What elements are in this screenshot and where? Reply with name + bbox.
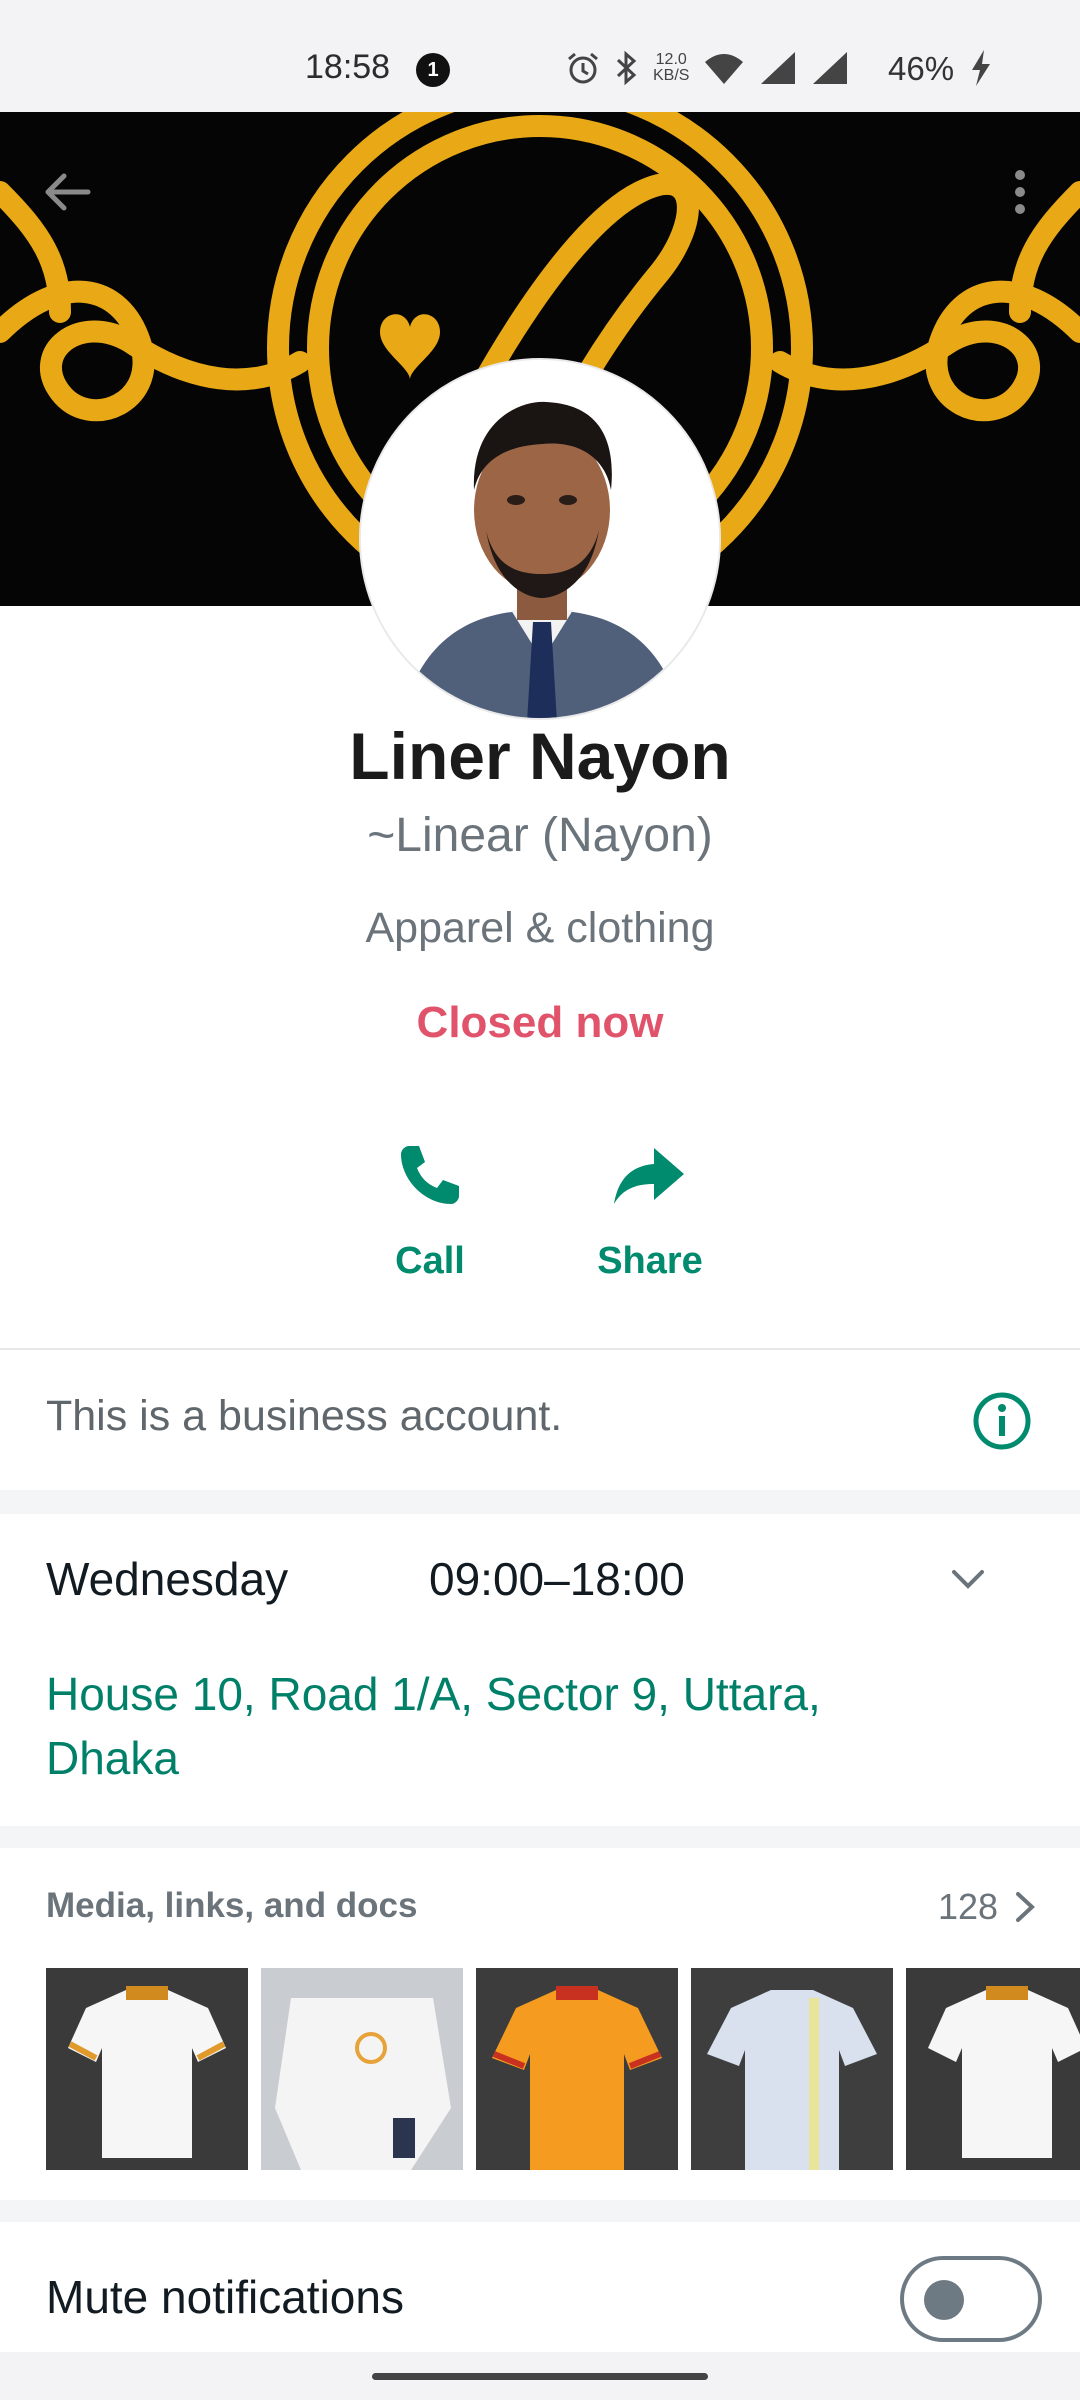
call-button[interactable]: Call — [330, 1140, 530, 1283]
business-account-text: This is a business account. — [46, 1392, 563, 1440]
bluetooth-icon — [616, 50, 637, 86]
section-gap — [0, 1490, 1080, 1514]
media-section-title[interactable]: Media, links, and docs — [46, 1886, 417, 1926]
chevron-right-icon[interactable] — [1012, 1890, 1038, 1924]
alarm-icon — [568, 52, 598, 84]
share-label: Share — [597, 1240, 703, 1282]
business-address[interactable]: House 10, Road 1/A, Sector 9, Uttara, Dh… — [46, 1662, 946, 1790]
media-thumbnail[interactable] — [46, 1968, 248, 2170]
signal-icon — [813, 52, 848, 84]
business-hours-time[interactable]: 09:00–18:00 — [429, 1552, 685, 1606]
business-hours-day: Wednesday — [46, 1553, 289, 1605]
status-icons: 12.0 KB/S — [565, 46, 849, 90]
signal-icon — [761, 52, 796, 84]
battery-level: 46% — [888, 50, 955, 87]
section-gap — [0, 1826, 1080, 1848]
profile-name: Liner Nayon — [349, 719, 731, 793]
divider — [0, 1348, 1080, 1350]
share-icon — [614, 1148, 684, 1204]
network-speed: 12.0 KB/S — [653, 51, 690, 84]
info-icon[interactable] — [971, 1390, 1033, 1452]
media-thumbnail[interactable] — [691, 1968, 893, 2170]
business-open-status: Closed now — [416, 998, 664, 1047]
more-vertical-icon[interactable] — [1000, 163, 1040, 221]
profile-push-name: ~Linear (Nayon) — [367, 809, 713, 862]
profile-avatar[interactable] — [359, 358, 721, 720]
section-gap — [0, 2200, 1080, 2222]
mute-notifications-label: Mute notifications — [46, 2271, 404, 2323]
chevron-down-icon[interactable] — [948, 1566, 988, 1594]
status-time: 18:58 — [305, 48, 391, 86]
media-thumbnail[interactable] — [906, 1968, 1080, 2170]
charging-icon — [972, 50, 990, 86]
back-arrow-icon[interactable] — [38, 163, 96, 221]
media-thumbnail[interactable] — [261, 1968, 463, 2170]
share-button[interactable]: Share — [550, 1140, 750, 1283]
phone-icon — [401, 1146, 459, 1204]
media-count[interactable]: 128 — [938, 1886, 998, 1928]
home-gesture-handle[interactable] — [372, 2373, 708, 2380]
toggle-knob — [924, 2280, 964, 2320]
call-label: Call — [395, 1240, 465, 1282]
wifi-icon — [705, 54, 744, 84]
mute-notifications-toggle[interactable] — [900, 2256, 1042, 2342]
notification-badge: 1 — [416, 53, 450, 87]
business-category: Apparel & clothing — [365, 904, 715, 952]
media-thumbnail[interactable] — [476, 1968, 678, 2170]
